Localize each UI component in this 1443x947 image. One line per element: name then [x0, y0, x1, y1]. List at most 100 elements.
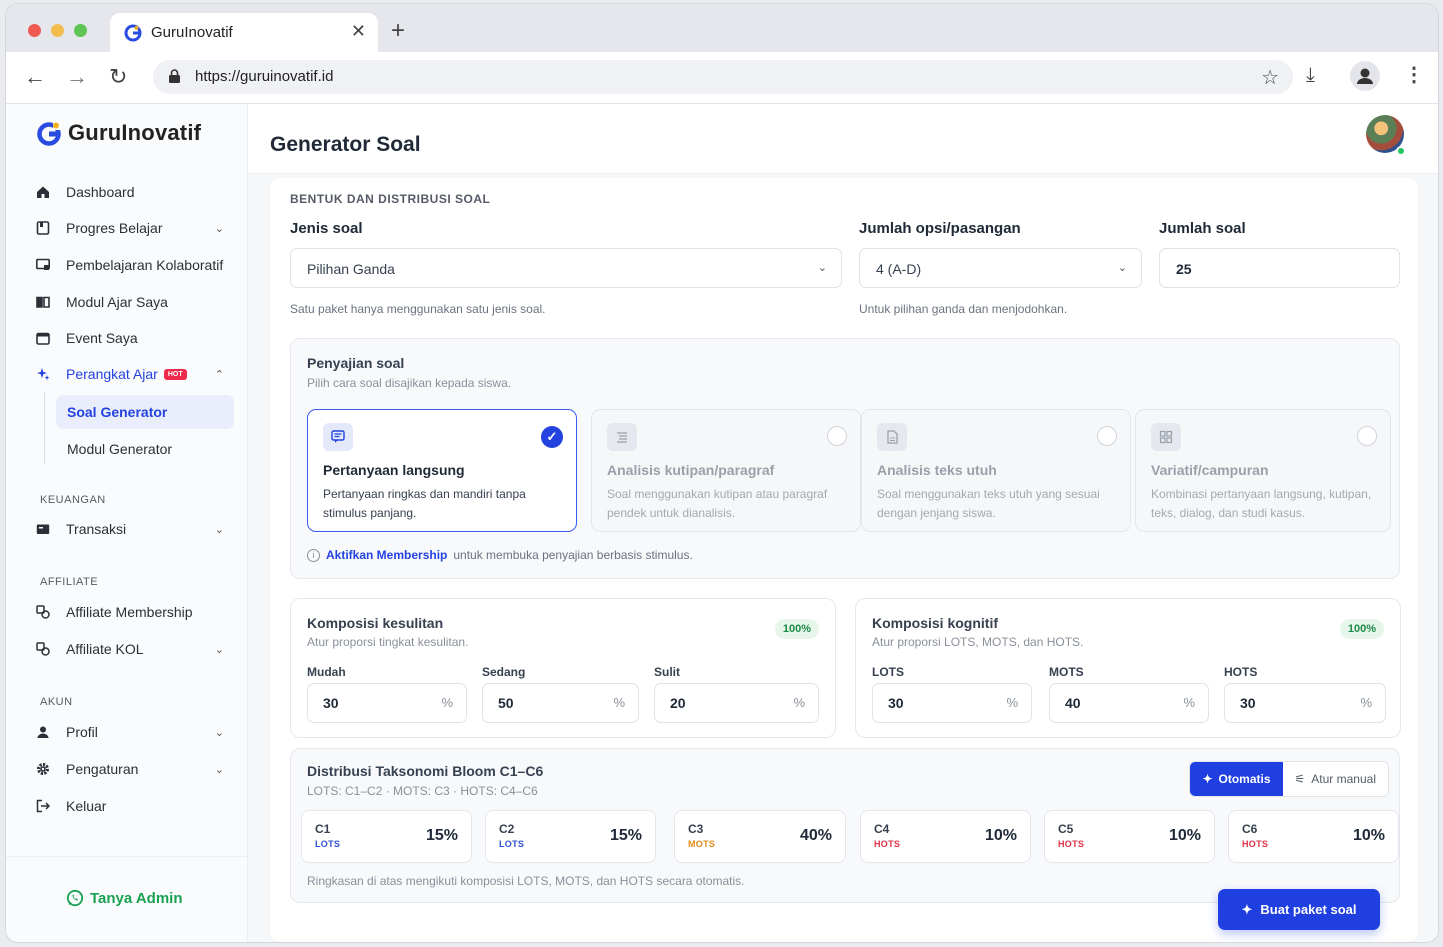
brand-logo[interactable]: GuruInovatif [36, 120, 201, 146]
calendar-icon [36, 332, 50, 345]
sidebar-item-affiliate-kol[interactable]: Affiliate KOL ⌄ [36, 638, 236, 660]
lots-value: 30 [888, 695, 904, 711]
logout-icon [36, 799, 50, 813]
chevron-down-icon: ⌄ [817, 262, 827, 274]
bloom-level-category: HOTS [1058, 839, 1085, 849]
sidebar-item-label: Affiliate KOL [66, 641, 144, 657]
home-icon [37, 186, 49, 198]
kognitif-title: Komposisi kognitif [872, 615, 998, 631]
forward-icon[interactable]: → [66, 64, 88, 90]
browser-profile-icon[interactable] [1350, 61, 1380, 91]
buat-paket-soal-button[interactable]: ✦ Buat paket soal [1218, 889, 1380, 930]
jumlah-opsi-select[interactable]: 4 (A-D) ⌄ [859, 248, 1142, 288]
maximize-window-button[interactable] [74, 24, 87, 37]
minimize-window-button[interactable] [51, 24, 64, 37]
new-tab-icon[interactable]: + [391, 17, 405, 45]
online-status-dot [1396, 146, 1406, 156]
chevron-down-icon: ⌄ [214, 726, 224, 739]
sulit-input[interactable]: 20 % [654, 683, 819, 723]
close-window-button[interactable] [28, 24, 41, 37]
sidebar-item-label: Pembelajaran Kolaboratif [66, 257, 224, 273]
submenu-line [44, 392, 45, 464]
form-card: BENTUK DAN DISTRIBUSI SOAL Jenis soal Pi… [270, 178, 1418, 942]
main-content: Generator Soal BENTUK DAN DISTRIBUSI SOA… [248, 104, 1438, 942]
reload-icon[interactable]: ↻ [109, 64, 127, 90]
penyajian-title: Penyajian soal [307, 355, 405, 371]
option-pertanyaan-langsung[interactable]: ✓ Pertanyaan langsung Pertanyaan ringkas… [307, 409, 577, 532]
url-text: https://guruinovatif.id [195, 68, 334, 85]
bloom-level-card: C1 LOTS 15% [301, 810, 472, 863]
option-analisis-teks-utuh[interactable]: Analisis teks utuh Soal menggunakan teks… [861, 409, 1131, 532]
komposisi-kesulitan-panel: Komposisi kesulitan Atur proporsi tingka… [290, 598, 836, 738]
kognitif-subtitle: Atur proporsi LOTS, MOTS, dan HOTS. [872, 635, 1084, 649]
sulit-value: 20 [670, 695, 686, 711]
komposisi-kognitif-panel: Komposisi kognitif Atur proporsi LOTS, M… [855, 598, 1401, 738]
bloom-level-card: C6 HOTS 10% [1228, 810, 1399, 863]
penyajian-subtitle: Pilih cara soal disajikan kepada siswa. [307, 376, 512, 390]
back-icon[interactable]: ← [24, 64, 46, 90]
sidebar-item-event-saya[interactable]: Event Saya [36, 327, 236, 349]
close-tab-icon[interactable]: ✕ [351, 21, 366, 42]
jumlah-soal-input[interactable]: 25 [1159, 248, 1400, 288]
option-variatif-campuran[interactable]: Variatif/campuran Kombinasi pertanyaan l… [1135, 409, 1391, 532]
bloom-level-card: C3 MOTS 40% [674, 810, 846, 863]
sidebar-item-label: Transaksi [66, 521, 127, 537]
sidebar-item-transaksi[interactable]: Transaksi ⌄ [36, 518, 236, 540]
tanya-admin-label: Tanya Admin [90, 889, 183, 907]
browser-window: GuruInovatif ✕ + ← → ↻ https://guruinova… [6, 4, 1438, 942]
jenis-soal-value: Pilihan Ganda [307, 261, 395, 277]
download-icon[interactable]: ⤓ [1306, 64, 1315, 87]
tanya-admin-link[interactable]: Tanya Admin [66, 889, 183, 907]
lots-input[interactable]: 30 % [872, 683, 1032, 723]
sidebar-item-perangkat-ajar[interactable]: Perangkat Ajar HOT ⌃ [36, 363, 236, 385]
bloom-subtitle: LOTS: C1–C2 · MOTS: C3 · HOTS: C4–C6 [307, 784, 538, 798]
bookmark-star-icon[interactable]: ☆ [1261, 65, 1279, 90]
jenis-soal-select[interactable]: Pilihan Ganda ⌄ [290, 248, 842, 288]
bloom-level-name: C4 [874, 822, 890, 836]
radio-button[interactable] [827, 426, 847, 446]
sedang-input[interactable]: 50 % [482, 683, 639, 723]
bloom-level-percent: 15% [425, 827, 458, 844]
bloom-level-name: C5 [1058, 822, 1074, 836]
hots-input[interactable]: 30 % [1224, 683, 1386, 723]
address-bar[interactable]: https://guruinovatif.id ☆ [153, 60, 1293, 94]
sidebar-subitem-soal-generator[interactable]: Soal Generator [56, 395, 234, 429]
bloom-level-category: HOTS [1242, 839, 1269, 849]
radio-button[interactable] [1097, 426, 1117, 446]
book-icon [36, 221, 50, 235]
option-desc: Kombinasi pertanyaan langsung, kutipan, … [1151, 487, 1372, 520]
browser-menu-icon[interactable]: ⋮ [1404, 62, 1424, 87]
mots-value: 40 [1065, 695, 1081, 711]
unit-label: % [1360, 695, 1372, 710]
option-analisis-kutipan[interactable]: Analisis kutipan/paragraf Soal menggunak… [591, 409, 861, 532]
kesulitan-total-badge: 100% [774, 619, 819, 639]
radio-button[interactable] [1357, 426, 1377, 446]
atur-manual-button[interactable]: ⚟ Atur manual [1283, 762, 1388, 796]
sidebar-item-pembelajaran-kolaboratif[interactable]: Pembelajaran Kolaboratif [36, 254, 236, 276]
tag-percent-icon [36, 605, 50, 619]
hots-label: HOTS [1224, 665, 1258, 679]
aktifkan-membership-link[interactable]: Aktifkan Membership [326, 548, 447, 562]
sidebar-item-pengaturan[interactable]: Pengaturan ⌄ [36, 758, 236, 780]
otomatis-button[interactable]: ✦ Otomatis [1190, 762, 1283, 796]
sidebar-subitem-modul-generator[interactable]: Modul Generator [56, 432, 234, 466]
jumlah-opsi-help: Untuk pilihan ganda dan menjodohkan. [859, 302, 1068, 316]
sidebar-item-dashboard[interactable]: Dashboard [36, 181, 236, 203]
logo-icon [37, 122, 62, 146]
mudah-input[interactable]: 30 % [307, 683, 467, 723]
jumlah-opsi-value: 4 (A-D) [876, 261, 922, 277]
browser-tab[interactable]: GuruInovatif ✕ [110, 13, 378, 52]
open-book-icon [36, 296, 50, 308]
monitor-icon [36, 258, 50, 270]
sidebar-item-profil[interactable]: Profil ⌄ [36, 721, 236, 743]
membership-notice: i Aktifkan Membership untuk membuka peny… [307, 548, 693, 562]
sidebar-item-progres-belajar[interactable]: Progres Belajar ⌄ [36, 217, 236, 239]
mots-input[interactable]: 40 % [1049, 683, 1209, 723]
sidebar-item-modul-ajar-saya[interactable]: Modul Ajar Saya [36, 291, 236, 313]
sidebar-item-keluar[interactable]: Keluar [36, 795, 236, 817]
hot-badge: HOT [163, 368, 187, 380]
bloom-level-category: LOTS [499, 839, 525, 849]
section-label-affiliate: AFFILIATE [40, 576, 99, 588]
sulit-label: Sulit [654, 665, 680, 679]
sidebar-item-affiliate-membership[interactable]: Affiliate Membership [36, 601, 236, 623]
